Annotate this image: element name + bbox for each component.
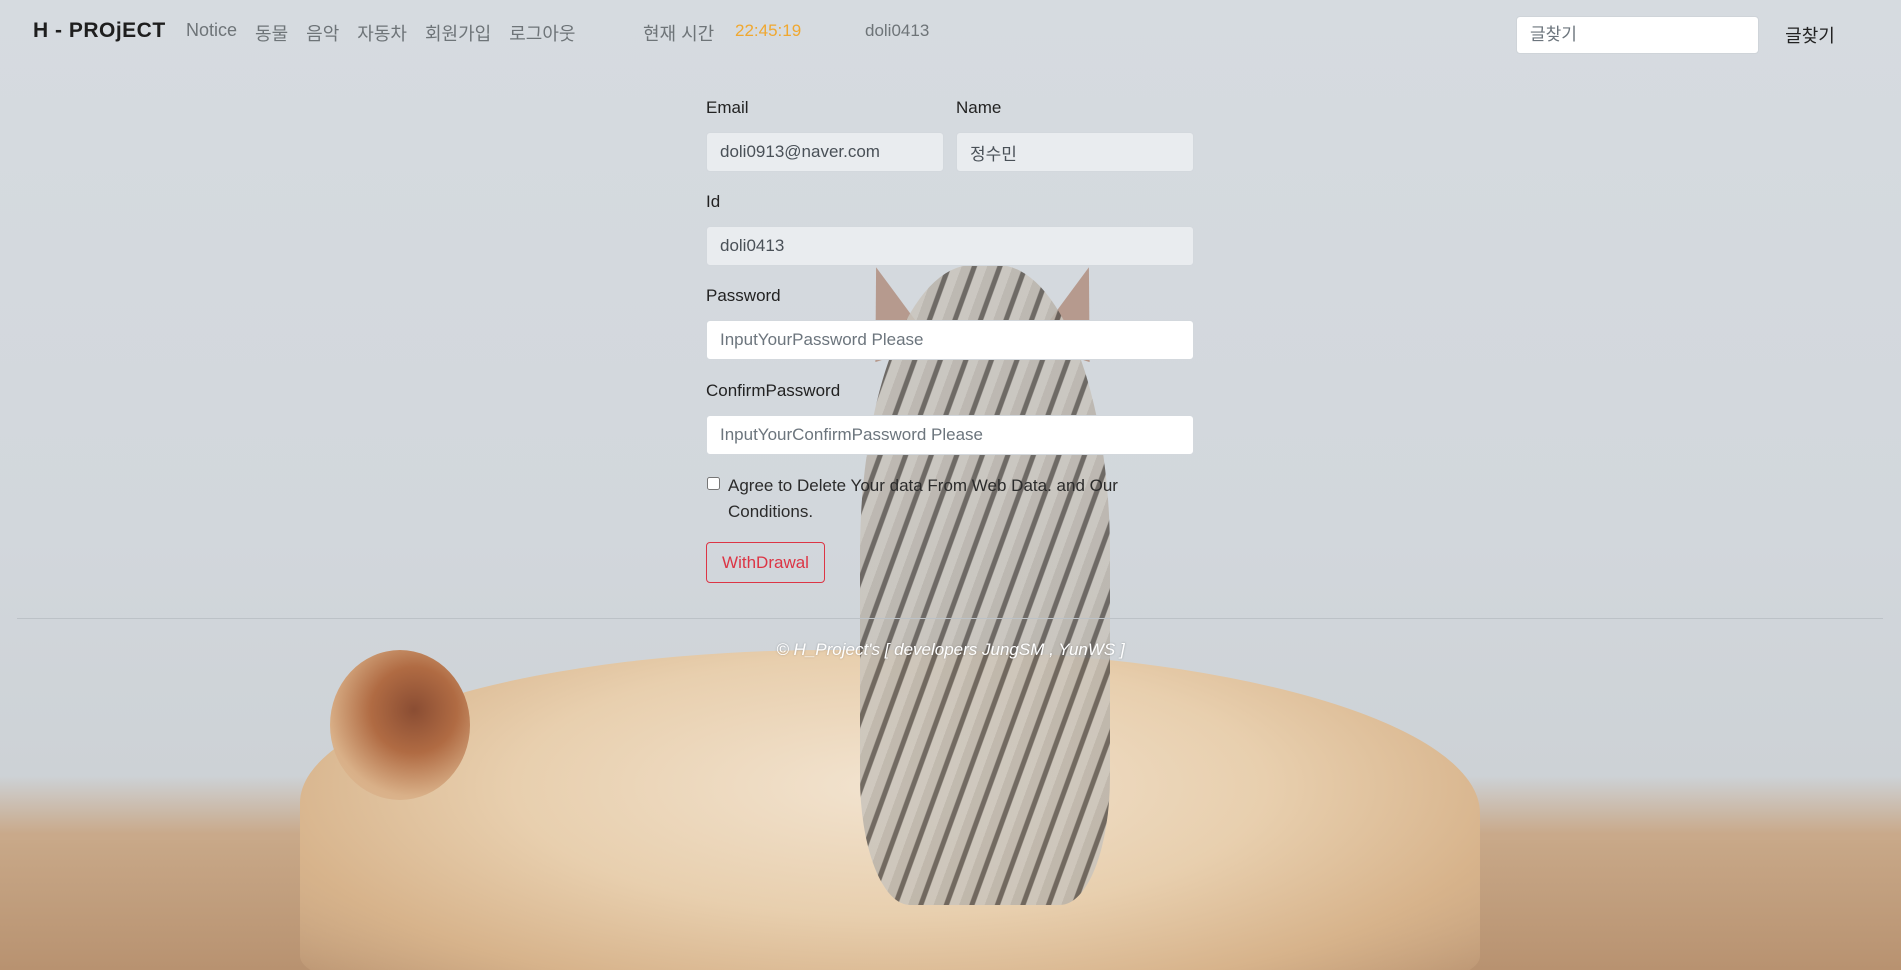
brand-logo[interactable]: H - PROjECT (33, 19, 166, 43)
name-label: Name (956, 98, 1002, 117)
id-label: Id (706, 192, 721, 211)
background-cat (860, 265, 1110, 905)
current-time-label: 현재 시간 (643, 24, 715, 44)
email-label: Email (706, 98, 749, 117)
nav-links: Notice 동물 음악 자동차 회원가입 로그아웃 (186, 20, 575, 46)
nav-link-notice[interactable]: Notice (186, 20, 237, 46)
footer-divider (17, 618, 1883, 619)
footer-credits: © H_Project's [ developers JungSM , YunW… (776, 640, 1125, 659)
background-puppy-ear (330, 650, 470, 800)
confirm-password-field[interactable] (706, 415, 1194, 455)
navbar: H - PROjECT Notice 동물 음악 자동차 회원가입 로그아웃 현… (0, 0, 1901, 64)
search-button[interactable]: 글찾기 (1771, 16, 1849, 54)
page: H - PROjECT Notice 동물 음악 자동차 회원가입 로그아웃 현… (0, 0, 1901, 970)
agree-checkbox[interactable] (707, 477, 720, 490)
current-time-value: 22:45:19 (735, 21, 802, 40)
withdrawal-button[interactable]: WithDrawal (706, 542, 825, 583)
id-field[interactable] (706, 226, 1194, 266)
email-field[interactable] (706, 132, 944, 172)
nav-link-logout[interactable]: 로그아웃 (509, 20, 575, 46)
confirm-password-label: ConfirmPassword (706, 381, 841, 400)
logged-in-user-id: doli0413 (865, 21, 930, 40)
nav-link-music[interactable]: 음악 (306, 20, 339, 46)
nav-link-animal[interactable]: 동물 (255, 20, 288, 46)
password-field[interactable] (706, 320, 1194, 360)
search-input[interactable] (1516, 16, 1759, 54)
agree-text: Agree to Delete Your data From Web Data.… (728, 476, 1118, 521)
nav-link-car[interactable]: 자동차 (357, 20, 407, 46)
name-field[interactable] (956, 132, 1194, 172)
password-label: Password (706, 286, 781, 305)
nav-link-signup[interactable]: 회원가입 (425, 20, 491, 46)
